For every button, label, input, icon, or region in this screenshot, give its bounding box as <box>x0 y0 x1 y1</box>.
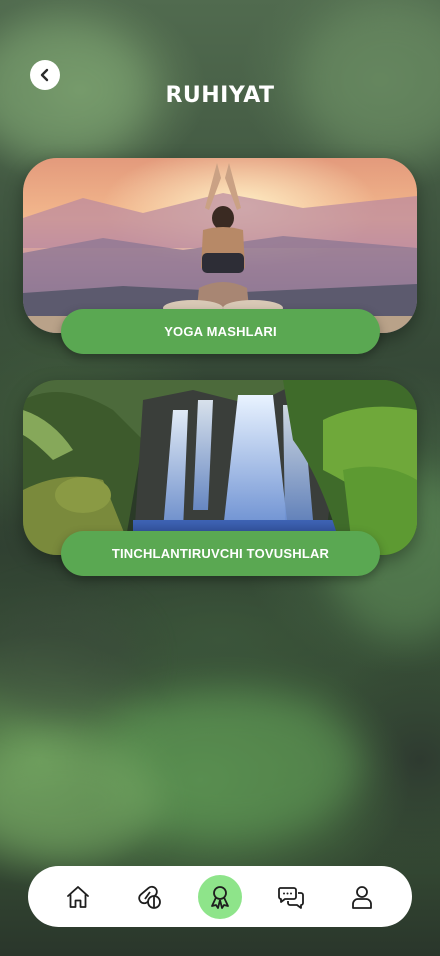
nav-pills[interactable] <box>127 875 171 919</box>
yoga-button[interactable]: YOGA MASHLARI <box>61 309 380 354</box>
bottom-nav <box>28 866 412 927</box>
waterfall-photo <box>23 380 417 555</box>
nav-profile[interactable] <box>340 875 384 919</box>
nav-award[interactable] <box>197 874 242 919</box>
page-title: RUHIYAT <box>165 83 275 108</box>
yoga-sunset-photo <box>23 158 417 333</box>
award-ribbon-icon <box>211 885 229 909</box>
home-icon <box>66 885 89 908</box>
user-icon <box>352 885 373 909</box>
chevron-left-icon <box>40 68 49 82</box>
sounds-button[interactable]: TINCHLANTIRUVCHI TOVUSHLAR <box>61 531 380 576</box>
chat-icon <box>278 886 305 909</box>
nav-home[interactable] <box>56 875 100 919</box>
yoga-card[interactable] <box>23 158 417 333</box>
pills-icon <box>138 885 161 909</box>
nav-chat[interactable] <box>269 875 313 919</box>
sounds-card[interactable] <box>23 380 417 555</box>
